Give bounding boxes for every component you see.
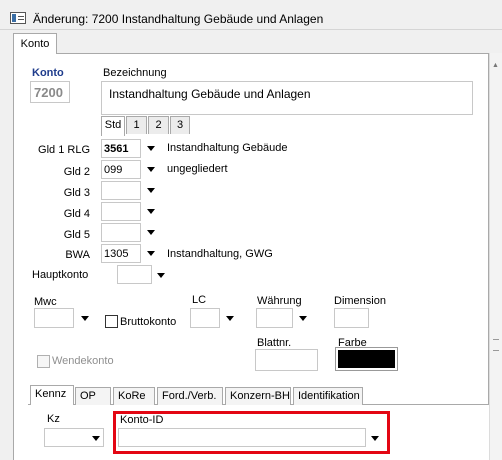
konto-id-dropdown-icon[interactable]	[371, 436, 379, 441]
bwa-field[interactable]: 1305	[101, 244, 141, 263]
tab-kennz[interactable]: Kennz	[30, 385, 74, 405]
lang-tab-2[interactable]: 2	[148, 116, 169, 134]
konto-id-field[interactable]	[118, 428, 366, 447]
konto-label: Konto	[32, 67, 64, 79]
hauptkonto-label: Hauptkonto	[32, 269, 89, 281]
farbe-color-swatch[interactable]	[335, 347, 398, 371]
tab-ford-verb[interactable]: Ford./Verb.	[157, 387, 223, 405]
tab-identifikation[interactable]: Identifikation	[293, 387, 363, 405]
konto-id-label: Konto-ID	[120, 414, 164, 426]
bwa-label: BWA	[65, 249, 90, 261]
gld5-label: Gld 5	[63, 229, 90, 241]
window-icon	[10, 12, 26, 24]
lc-field[interactable]	[190, 308, 220, 328]
bruttokonto-checkbox[interactable]	[105, 315, 118, 328]
bwa-dropdown-icon[interactable]	[147, 251, 155, 256]
waehrung-field[interactable]	[256, 308, 293, 328]
blattnr-label: Blattnr.	[257, 337, 292, 349]
dimension-field[interactable]	[334, 308, 369, 328]
bwa-description: Instandhaltung, GWG	[167, 248, 273, 260]
tab-konzern-bh[interactable]: Konzern-BH	[225, 387, 291, 405]
gld1-label: Gld 1 RLG	[38, 144, 90, 156]
gld4-dropdown-icon[interactable]	[147, 209, 155, 214]
scroll-thumb[interactable]	[493, 339, 499, 351]
gld4-field[interactable]	[101, 202, 141, 221]
waehrung-dropdown-icon[interactable]	[299, 316, 307, 321]
tab-kore[interactable]: KoRe	[113, 387, 155, 405]
bezeichnung-field[interactable]: Instandhaltung Gebäude und Anlagen	[101, 81, 473, 115]
gld5-dropdown-icon[interactable]	[147, 230, 155, 235]
waehrung-label: Währung	[257, 295, 302, 307]
bezeichnung-label: Bezeichnung	[103, 67, 167, 79]
gld3-label: Gld 3	[63, 187, 90, 199]
kz-label: Kz	[47, 413, 60, 425]
wendekonto-checkbox[interactable]	[37, 355, 50, 368]
gld2-field[interactable]: 099	[101, 160, 141, 179]
konto-field[interactable]: 7200	[30, 81, 70, 103]
bruttokonto-label: Bruttokonto	[120, 316, 177, 328]
gld2-label: Gld 2	[63, 166, 90, 178]
gld1-dropdown-icon[interactable]	[147, 146, 155, 151]
tab-op[interactable]: OP	[75, 387, 111, 405]
lang-tab-std[interactable]: Std	[101, 116, 125, 136]
tab-konto[interactable]: Konto	[13, 33, 57, 54]
lang-tab-1[interactable]: 1	[126, 116, 147, 134]
gld2-description: ungegliedert	[167, 163, 228, 175]
window-title: Änderung: 7200 Instandhaltung Gebäude un…	[33, 12, 324, 26]
kz-dropdown-icon[interactable]	[92, 436, 100, 441]
lang-tab-3[interactable]: 3	[170, 116, 190, 134]
gld4-label: Gld 4	[63, 208, 90, 220]
gld2-dropdown-icon[interactable]	[147, 167, 155, 172]
hauptkonto-dropdown-icon[interactable]	[157, 273, 165, 278]
dimension-label: Dimension	[334, 295, 386, 307]
lc-label: LC	[192, 294, 207, 306]
wendekonto-label: Wendekonto	[52, 355, 114, 367]
mwc-field[interactable]	[34, 308, 74, 328]
vertical-scrollbar[interactable]	[489, 53, 502, 460]
hauptkonto-field[interactable]	[117, 265, 152, 284]
mwc-label: Mwc	[34, 296, 57, 308]
gld1-field[interactable]: 3561	[101, 139, 141, 158]
mwc-dropdown-icon[interactable]	[81, 316, 89, 321]
gld5-field[interactable]	[101, 223, 141, 242]
blattnr-field[interactable]	[255, 349, 318, 371]
gld1-description: Instandhaltung Gebäude	[167, 142, 288, 154]
gld3-field[interactable]	[101, 181, 141, 200]
lc-dropdown-icon[interactable]	[226, 316, 234, 321]
scroll-up-icon[interactable]: ▲	[492, 62, 499, 69]
gld3-dropdown-icon[interactable]	[147, 188, 155, 193]
